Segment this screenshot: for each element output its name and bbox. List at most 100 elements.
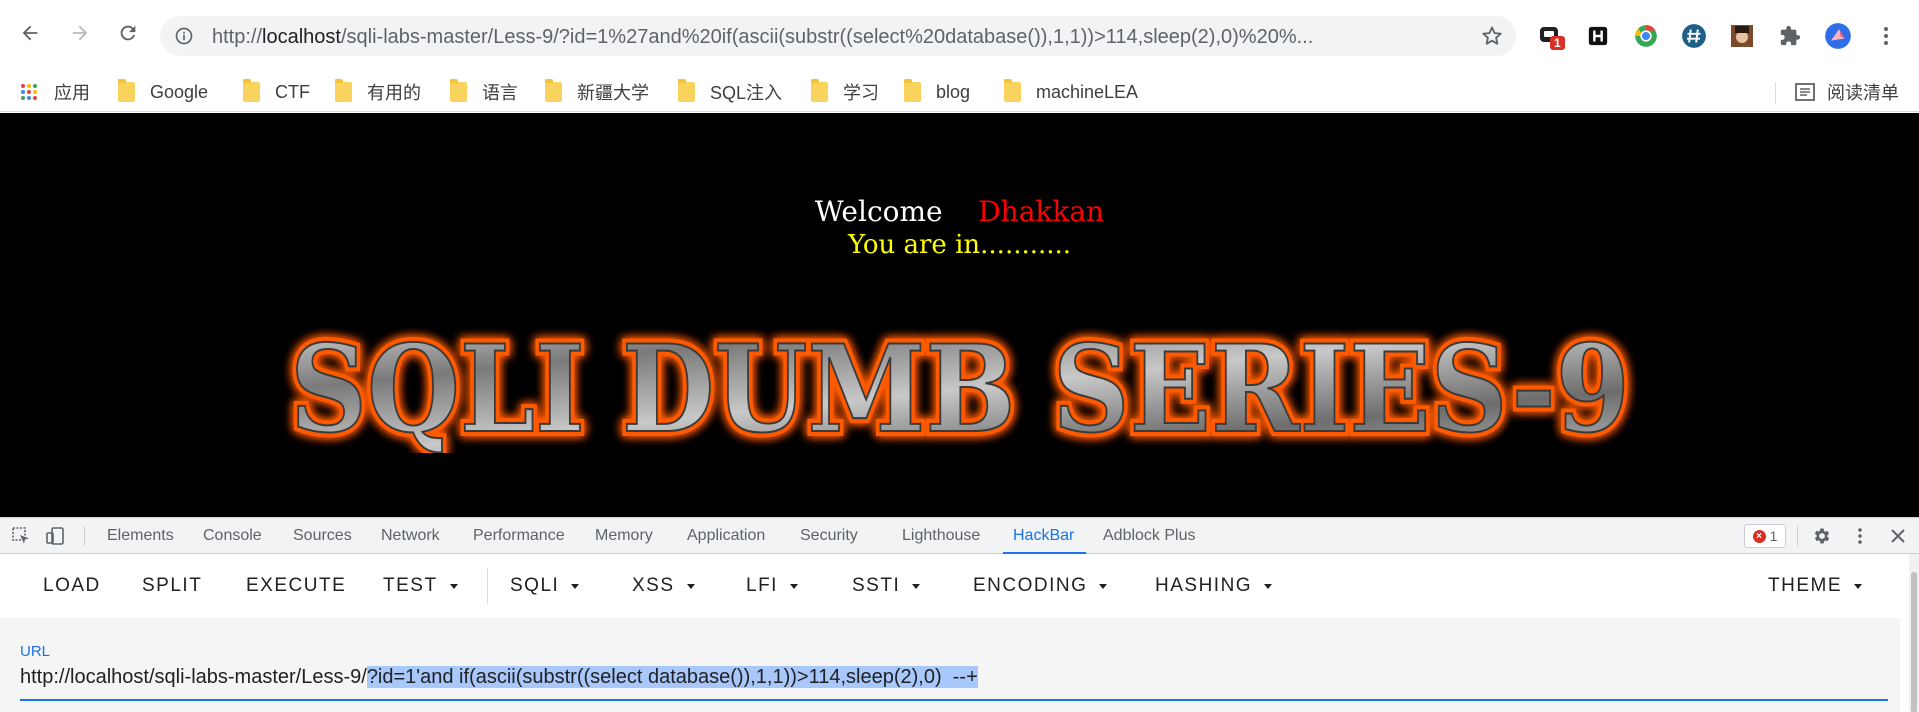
dropdown-caret-icon <box>571 583 580 589</box>
web-page: Welcome Dhakkan You are in........... SQ… <box>0 113 1919 517</box>
bookmark-ctf[interactable]: CTF <box>243 79 310 105</box>
avatar-extension[interactable] <box>1728 22 1756 50</box>
hashing-menu[interactable]: HASHING <box>1155 568 1273 604</box>
inspect-element-button[interactable] <box>9 524 33 548</box>
url-field-underline <box>20 699 1888 701</box>
lfi-menu-label: LFI <box>746 575 778 596</box>
devtools-settings-button[interactable] <box>1810 524 1834 548</box>
kebab-menu-icon <box>1884 27 1888 45</box>
bookmark-label: blog <box>936 81 971 102</box>
dropdown-caret-icon <box>1854 583 1862 589</box>
device-toolbar-button[interactable] <box>43 524 67 548</box>
test-menu[interactable]: TEST <box>383 568 458 604</box>
encoding-menu[interactable]: ENCODING <box>973 568 1108 604</box>
tab-lighthouse[interactable]: Lighthouse <box>902 518 980 553</box>
dropdown-caret-icon <box>1264 583 1273 589</box>
xss-menu[interactable]: XSS <box>632 568 695 604</box>
extension-notification[interactable]: 1 <box>1536 22 1565 50</box>
folder-icon <box>1004 79 1021 102</box>
close-icon <box>1891 529 1905 543</box>
ssti-menu[interactable]: SSTI <box>852 568 921 604</box>
sqli-series-banner: SQLI DUMB SERIES-9 SQLI DUMB SERIES-9 <box>285 323 1635 453</box>
kebab-menu-icon <box>1858 528 1862 544</box>
bookmark-google[interactable]: Google <box>118 79 208 105</box>
tab-elements[interactable]: Elements <box>107 518 174 553</box>
reload-button[interactable] <box>112 17 144 49</box>
ssti-menu-label: SSTI <box>852 575 901 596</box>
tab-console[interactable]: Console <box>203 518 262 553</box>
profile-button[interactable] <box>1824 22 1852 50</box>
folder-icon <box>118 79 135 102</box>
scrollbar-thumb[interactable] <box>1911 572 1917 712</box>
bookmarks-divider <box>1775 82 1776 104</box>
tab-memory[interactable]: Memory <box>595 518 653 553</box>
tab-sources[interactable]: Sources <box>293 518 352 553</box>
sqli-menu-label: SQLI <box>510 575 560 596</box>
gear-icon <box>1814 528 1830 544</box>
url-field-value[interactable]: http://localhost/sqli-labs-master/Less-9… <box>20 666 978 689</box>
hashing-menu-label: HASHING <box>1155 575 1253 596</box>
tab-security[interactable]: Security <box>800 518 858 553</box>
split-button[interactable]: SPLIT <box>142 568 202 604</box>
bookmark-languages[interactable]: 语言 <box>450 79 518 105</box>
info-icon[interactable] <box>174 26 194 46</box>
bookmark-useful[interactable]: 有用的 <box>335 79 421 105</box>
forward-button[interactable] <box>64 17 96 49</box>
address-url[interactable]: http://localhost/sqli-labs-master/Less-9… <box>212 26 1452 49</box>
tab-hackbar[interactable]: HackBar <box>1002 518 1087 554</box>
bookmark-xinjiang-university[interactable]: 新疆大学 <box>545 79 649 105</box>
profile-avatar-icon <box>1825 23 1851 49</box>
devtools-panel: Elements Console Sources Network Perform… <box>0 517 1919 712</box>
folder-icon <box>678 79 695 102</box>
bookmark-blog[interactable]: blog <box>904 79 970 105</box>
tab-adblock-plus[interactable]: Adblock Plus <box>1103 518 1196 553</box>
address-bar[interactable]: http://localhost/sqli-labs-master/Less-9… <box>160 16 1516 56</box>
xss-menu-label: XSS <box>632 575 675 596</box>
error-count-badge[interactable]: × 1 <box>1744 524 1786 548</box>
bookmark-star-icon[interactable] <box>1480 24 1504 48</box>
hashtag-icon <box>1682 24 1706 48</box>
sqli-menu[interactable]: SQLI <box>510 568 580 604</box>
inspect-cursor-icon <box>12 527 29 544</box>
url-host: localhost <box>262 26 341 48</box>
devtools-close-button[interactable] <box>1886 524 1910 548</box>
status-text: You are in........... <box>847 230 1072 260</box>
back-button[interactable] <box>14 17 46 49</box>
chrome-extension[interactable] <box>1632 22 1660 50</box>
extension-badge: 1 <box>1550 36 1565 50</box>
hackbar-url-field[interactable]: URL http://localhost/sqli-labs-master/Le… <box>0 618 1900 712</box>
reading-list-button[interactable]: 阅读清单 <box>1795 79 1899 105</box>
bookmark-label: SQL注入 <box>710 83 783 103</box>
hashtag-extension[interactable] <box>1680 22 1708 50</box>
hackbar-toolbar: LOAD SPLIT EXECUTE TEST SQLI XSS LFI SST… <box>0 554 1900 618</box>
hackbar-scrollbar[interactable] <box>1909 554 1919 712</box>
h-logo-icon <box>1588 26 1608 46</box>
reading-list-label: 阅读清单 <box>1827 83 1899 103</box>
hackbar-extension[interactable] <box>1584 22 1612 50</box>
user-name: Dhakkan <box>978 195 1105 228</box>
bookmark-machinelea[interactable]: machineLEA <box>1004 79 1138 105</box>
bookmark-label: machineLEA <box>1036 81 1139 102</box>
theme-menu[interactable]: THEME <box>1768 568 1862 604</box>
browser-toolbar: http://localhost/sqli-labs-master/Less-9… <box>0 0 1919 72</box>
url-scheme: http:// <box>212 26 263 48</box>
folder-icon <box>811 79 828 102</box>
devtools-menu-button[interactable] <box>1848 524 1872 548</box>
lfi-menu[interactable]: LFI <box>746 568 798 604</box>
execute-button[interactable]: EXECUTE <box>246 568 346 604</box>
tab-application[interactable]: Application <box>687 518 765 553</box>
reload-icon <box>120 25 136 41</box>
url-base-text: http://localhost/sqli-labs-master/Less-9… <box>20 666 367 688</box>
browser-menu-button[interactable] <box>1872 22 1900 50</box>
tab-network[interactable]: Network <box>381 518 440 553</box>
bookmark-sql-injection[interactable]: SQL注入 <box>678 79 782 105</box>
bookmark-study[interactable]: 学习 <box>811 79 879 105</box>
devtools-tab-bar: Elements Console Sources Network Perform… <box>0 518 1919 554</box>
reading-list-icon <box>1795 83 1815 101</box>
anime-avatar-icon <box>1731 25 1753 47</box>
bookmark-label: Google <box>150 81 209 102</box>
extensions-button[interactable] <box>1776 22 1804 50</box>
bookmark-apps[interactable]: 应用 <box>20 79 90 105</box>
tab-performance[interactable]: Performance <box>473 518 565 553</box>
load-button[interactable]: LOAD <box>43 568 101 604</box>
